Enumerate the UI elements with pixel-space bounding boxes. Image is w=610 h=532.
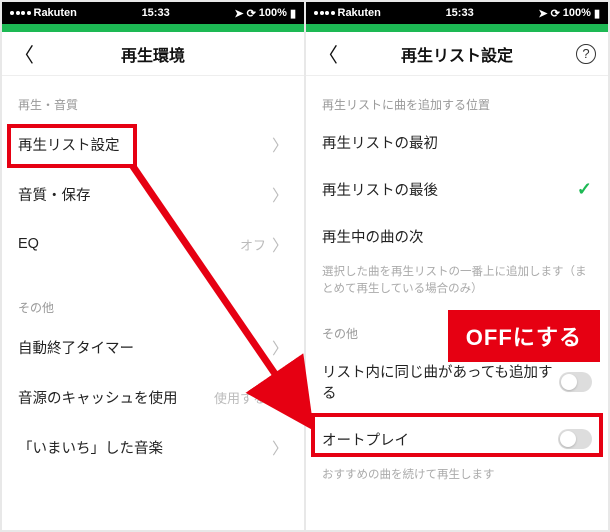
option-label: 再生リストの最初 <box>322 132 438 153</box>
option-first[interactable]: 再生リストの最初 <box>306 119 608 166</box>
row-cache[interactable]: 音源のキャッシュを使用 使用する 〉 <box>2 372 304 422</box>
row-imaichi[interactable]: 「いまいち」した音楽 〉 <box>2 422 304 472</box>
toggle-off-icon[interactable] <box>559 372 592 392</box>
check-icon: ✓ <box>577 179 592 200</box>
row-label: 音源のキャッシュを使用 <box>18 387 178 408</box>
battery-icon: ▮ <box>290 7 296 20</box>
annotation-highlight-box <box>7 124 137 168</box>
app-accent-bar <box>306 24 608 32</box>
battery-icon: ▮ <box>594 7 600 20</box>
row-label: 「いまいち」した音楽 <box>18 437 163 458</box>
row-sleep-timer[interactable]: 自動終了タイマー 〉 <box>2 322 304 372</box>
row-eq[interactable]: EQ オフ 〉 <box>2 219 304 269</box>
page-title: 再生環境 <box>121 42 185 66</box>
row-value: オフ <box>240 235 266 254</box>
status-bar: Rakuten 15:33 ➤ ⟳ 100% ▮ <box>2 2 304 24</box>
help-icon[interactable]: ? <box>576 44 596 64</box>
status-bar: Rakuten 15:33 ➤ ⟳ 100% ▮ <box>306 2 608 24</box>
clock: 15:33 <box>142 7 170 19</box>
chevron-right-icon: 〉 <box>272 335 288 359</box>
annotation-highlight-box <box>311 413 603 457</box>
chevron-right-icon: 〉 <box>272 132 288 156</box>
annotation-off-label: OFFにする <box>448 310 600 362</box>
battery-label: 100% <box>259 7 287 19</box>
caption-position: 選択した曲を再生リストの一番上に追加します（まとめて再生している場合のみ） <box>306 260 608 313</box>
row-label: リスト内に同じ曲があっても追加する <box>322 361 559 403</box>
orientation-icon: ⟳ <box>551 7 560 20</box>
chevron-right-icon: 〉 <box>272 232 288 256</box>
row-label: 自動終了タイマー <box>18 337 134 358</box>
chevron-right-icon: 〉 <box>272 385 288 409</box>
option-label: 再生リストの最後 <box>322 179 438 200</box>
location-icon: ➤ <box>234 7 243 20</box>
section-label-playback: 再生・音質 <box>2 84 304 119</box>
battery-label: 100% <box>563 7 591 19</box>
carrier-label: Rakuten <box>34 7 77 19</box>
header: 〈 再生リスト設定 ? <box>306 32 608 76</box>
back-icon[interactable]: 〈 <box>318 39 338 68</box>
row-value: 使用する <box>214 388 266 407</box>
phone-right: Rakuten 15:33 ➤ ⟳ 100% ▮ 〈 再生リスト設定 ? 再生リ… <box>306 2 608 530</box>
phone-left: Rakuten 15:33 ➤ ⟳ 100% ▮ 〈 再生環境 再生・音質 再生… <box>2 2 304 530</box>
chevron-right-icon: 〉 <box>272 182 288 206</box>
back-icon[interactable]: 〈 <box>14 39 34 68</box>
chevron-right-icon: 〉 <box>272 435 288 459</box>
row-quality[interactable]: 音質・保存 〉 <box>2 169 304 219</box>
page-title: 再生リスト設定 <box>401 42 513 66</box>
carrier-label: Rakuten <box>338 7 381 19</box>
option-last[interactable]: 再生リストの最後 ✓ <box>306 166 608 213</box>
option-next[interactable]: 再生中の曲の次 <box>306 213 608 260</box>
app-accent-bar <box>2 24 304 32</box>
section-label-position: 再生リストに曲を追加する位置 <box>306 84 608 119</box>
location-icon: ➤ <box>538 7 547 20</box>
caption-autoplay: おすすめの曲を続けて再生します <box>306 463 608 498</box>
row-label: 音質・保存 <box>18 184 91 205</box>
row-label: EQ <box>18 236 39 252</box>
orientation-icon: ⟳ <box>247 7 256 20</box>
clock: 15:33 <box>446 7 474 19</box>
header: 〈 再生環境 <box>2 32 304 76</box>
section-label-other: その他 <box>2 287 304 322</box>
option-label: 再生中の曲の次 <box>322 226 424 247</box>
